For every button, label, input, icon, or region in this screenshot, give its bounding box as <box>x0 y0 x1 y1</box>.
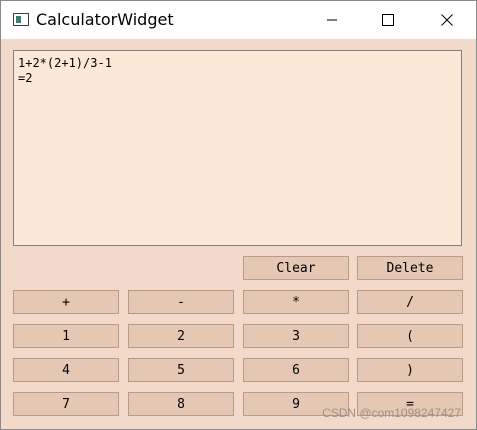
maximize-button[interactable] <box>360 1 416 39</box>
close-paren-button[interactable]: ) <box>357 358 463 382</box>
close-icon <box>441 14 453 26</box>
digit-7-button[interactable]: 7 <box>13 392 119 416</box>
digit-8-button[interactable]: 8 <box>128 392 234 416</box>
app-icon <box>13 13 29 26</box>
watermark-text: CSDN @com1098247427 <box>322 406 461 420</box>
calculator-window: CalculatorWidget 1+2*(2+1)/3-1 =2 Clear … <box>0 0 477 430</box>
title-bar[interactable]: CalculatorWidget <box>1 1 476 39</box>
calculator-display[interactable]: 1+2*(2+1)/3-1 =2 <box>13 50 462 246</box>
divide-button[interactable]: / <box>357 290 463 314</box>
close-button[interactable] <box>419 1 475 39</box>
digit-3-button[interactable]: 3 <box>243 324 349 348</box>
digit-6-button[interactable]: 6 <box>243 358 349 382</box>
expression-text: 1+2*(2+1)/3-1 <box>18 56 112 70</box>
multiply-button[interactable]: * <box>243 290 349 314</box>
minimize-icon <box>327 19 337 21</box>
window-title: CalculatorWidget <box>36 10 174 29</box>
digit-4-button[interactable]: 4 <box>13 358 119 382</box>
open-paren-button[interactable]: ( <box>357 324 463 348</box>
plus-button[interactable]: + <box>13 290 119 314</box>
minus-button[interactable]: - <box>128 290 234 314</box>
delete-button[interactable]: Delete <box>357 256 463 280</box>
digit-5-button[interactable]: 5 <box>128 358 234 382</box>
minimize-button[interactable] <box>304 1 360 39</box>
maximize-icon <box>382 14 394 26</box>
clear-button[interactable]: Clear <box>243 256 349 280</box>
digit-1-button[interactable]: 1 <box>13 324 119 348</box>
result-text: =2 <box>18 71 33 85</box>
digit-2-button[interactable]: 2 <box>128 324 234 348</box>
